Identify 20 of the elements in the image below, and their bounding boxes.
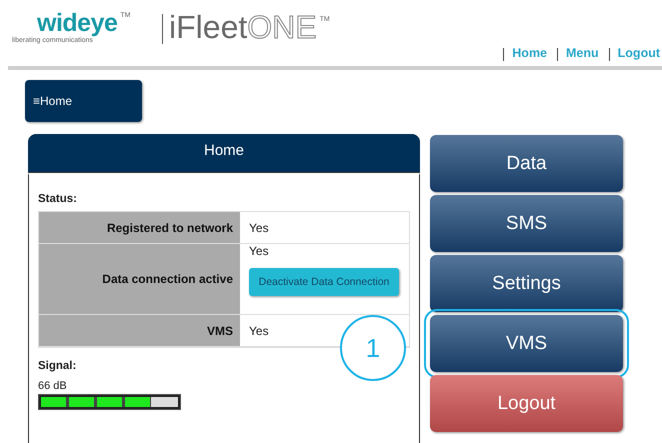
signal-label: Signal: (38, 360, 78, 372)
signal-reading: 66 dB (38, 380, 68, 392)
deactivate-button[interactable]: Deactivate Data Connection (249, 268, 399, 296)
brand-logo: wideye (37, 10, 118, 36)
status-name: VMS (39, 315, 240, 347)
status-name: Data connection active (39, 244, 240, 315)
status-value: Yes (249, 220, 270, 234)
callout-number: 1 (340, 315, 406, 381)
product-logo: iFleetONE (169, 10, 317, 44)
nav-button[interactable]: Data (430, 135, 623, 192)
status-value: Yes (249, 244, 270, 258)
status-name: Registered to network (39, 212, 240, 244)
panel-title: Home (28, 134, 420, 173)
nav-button[interactable]: Logout (430, 375, 623, 432)
nav-button[interactable]: VMS (430, 315, 623, 372)
menu-button[interactable]: ≡Home (25, 80, 142, 122)
status-label: Status: (38, 193, 78, 205)
nav-button[interactable]: SMS (430, 195, 623, 252)
status-value: Yes (249, 324, 270, 338)
nav-button[interactable]: Settings (430, 255, 623, 312)
